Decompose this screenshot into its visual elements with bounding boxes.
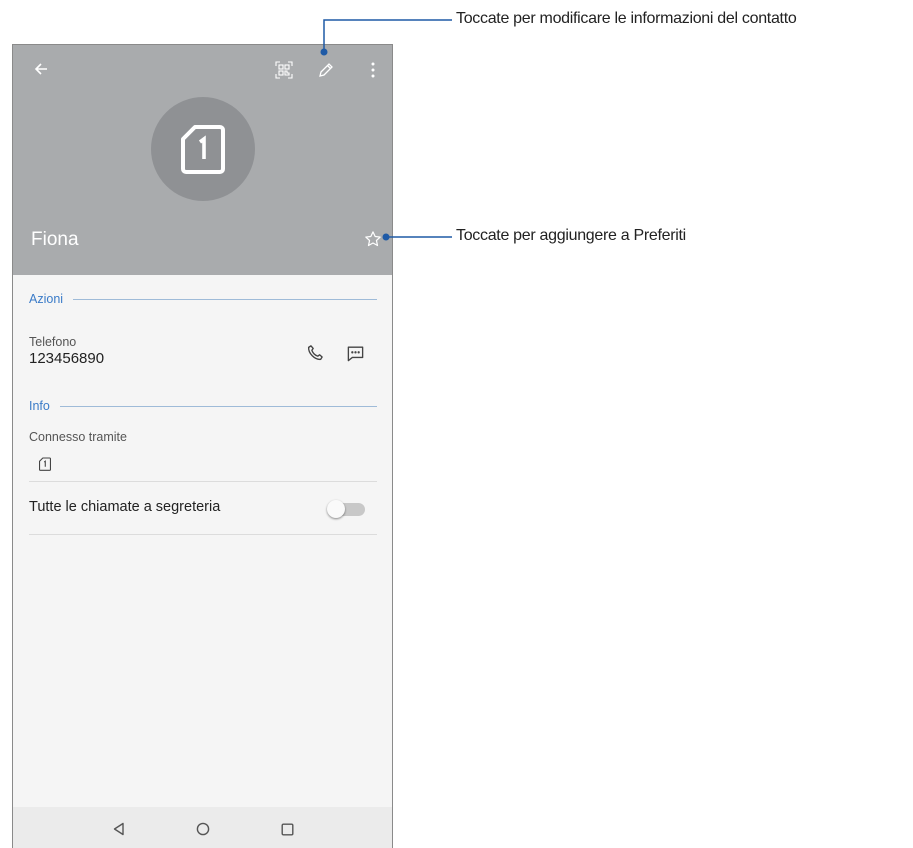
back-arrow-icon[interactable]: [31, 59, 51, 79]
nav-recents-icon[interactable]: [277, 819, 297, 839]
phone-number[interactable]: 123456890: [29, 350, 104, 367]
sim-card-icon: [37, 455, 53, 473]
voicemail-toggle[interactable]: [327, 500, 367, 518]
nav-home-icon[interactable]: [193, 819, 213, 839]
more-vert-icon[interactable]: [365, 59, 381, 81]
contact-header: Fiona: [13, 45, 392, 275]
divider: [29, 534, 377, 535]
divider: [29, 481, 377, 482]
connected-via-label: Connesso tramite: [29, 430, 127, 444]
contact-avatar: [151, 97, 255, 201]
phone-label: Telefono: [29, 335, 77, 349]
voicemail-setting-label: Tutte le chiamate a segreteria: [29, 499, 221, 515]
nav-back-icon[interactable]: [109, 819, 129, 839]
section-actions-title: Azioni: [29, 292, 377, 306]
message-icon[interactable]: [343, 341, 367, 365]
qr-code-icon[interactable]: [273, 59, 295, 81]
edit-pencil-icon[interactable]: [315, 59, 337, 81]
phone-call-icon[interactable]: [303, 341, 327, 365]
contact-name: Fiona: [31, 229, 79, 250]
phone-screen: Fiona Azioni Telefono 123456890 Info Con…: [12, 44, 393, 848]
section-info-title: Info: [29, 399, 377, 413]
system-nav-bar: [13, 807, 392, 848]
favorite-callout-text: Toccate per aggiungere a Preferiti: [456, 227, 686, 244]
sim-card-icon: [181, 125, 225, 174]
star-outline-icon[interactable]: [362, 228, 384, 250]
edit-callout-text: Toccate per modificare le informazioni d…: [456, 10, 797, 27]
